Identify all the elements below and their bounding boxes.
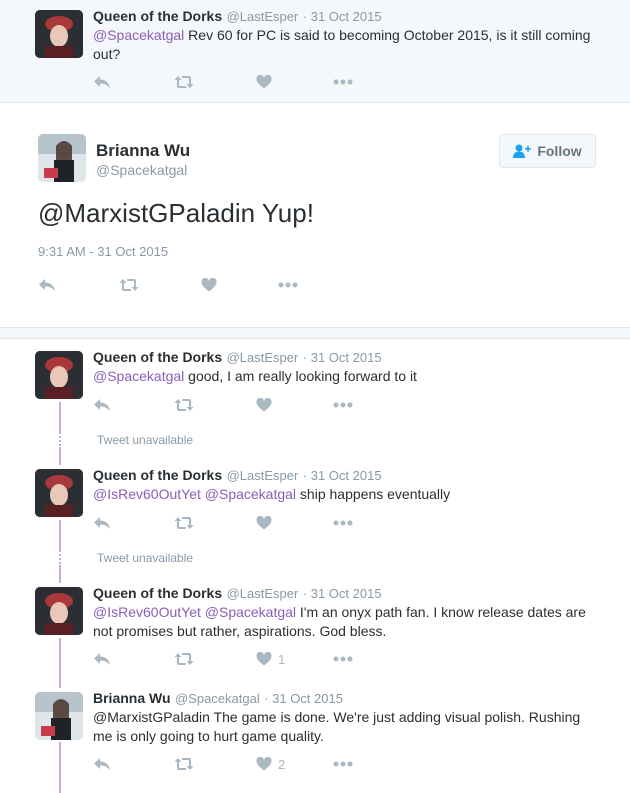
avatar[interactable]	[35, 351, 83, 399]
like-count: 1	[278, 651, 286, 667]
mention-link[interactable]: @Spacekatgal	[93, 27, 184, 43]
author-name[interactable]: Brianna Wu	[96, 141, 190, 161]
author-handle[interactable]: @Spacekatgal	[175, 691, 260, 706]
more-icon[interactable]	[333, 514, 353, 532]
tweet-date[interactable]: · 31 Oct 2015	[303, 9, 382, 24]
avatar[interactable]	[35, 587, 83, 635]
avatar[interactable]	[35, 469, 83, 517]
author-handle[interactable]: @LastEsper	[227, 586, 299, 601]
mention-link[interactable]: @Spacekatgal	[205, 486, 296, 502]
more-icon[interactable]	[333, 650, 353, 668]
more-icon[interactable]	[278, 276, 298, 294]
tweet-text: @MarxistGPaladin The game is done. We're…	[93, 709, 581, 744]
like-count: 2	[278, 756, 286, 772]
retweet-icon[interactable]	[119, 276, 139, 294]
tweet-text: @Spacekatgal Rev 60 for PC is said to be…	[93, 26, 603, 64]
retweet-icon[interactable]	[174, 396, 194, 414]
heart-icon[interactable]: 1	[256, 650, 285, 668]
reply-icon[interactable]	[93, 514, 111, 532]
heart-icon[interactable]	[256, 396, 272, 414]
thread-line	[59, 520, 61, 550]
author-name[interactable]: Queen of the Dorks	[93, 8, 222, 24]
tweet-text: @IsRev60OutYet @Spacekatgal ship happens…	[93, 485, 603, 504]
more-icon[interactable]	[333, 396, 353, 414]
heart-icon[interactable]	[256, 73, 272, 91]
tweet-date[interactable]: · 31 Oct 2015	[303, 586, 382, 601]
tweet-actions: 2	[93, 755, 363, 773]
author-name[interactable]: Queen of the Dorks	[93, 585, 222, 601]
author-handle[interactable]: @Spacekatgal	[96, 162, 187, 178]
heart-icon[interactable]: 2	[256, 755, 285, 773]
tweet-actions: 1	[93, 650, 363, 668]
mention-link[interactable]: @IsRev60OutYet	[93, 604, 201, 620]
reply-icon[interactable]	[38, 276, 56, 294]
tweet-actions	[93, 514, 363, 532]
thread-line	[59, 742, 61, 793]
avatar[interactable]	[35, 692, 83, 740]
main-tweet-text: @MarxistGPaladin Yup!	[38, 198, 314, 228]
tweet-date[interactable]: · 31 Oct 2015	[303, 468, 382, 483]
thread-line-dotted	[59, 432, 63, 446]
mention-link[interactable]: @Spacekatgal	[205, 604, 296, 620]
thread-line	[59, 402, 61, 432]
tweet-body: ship happens eventually	[296, 486, 451, 502]
heart-icon[interactable]	[201, 276, 217, 294]
follow-button[interactable]: Follow	[499, 134, 596, 168]
follow-person-icon	[513, 144, 532, 158]
avatar[interactable]	[38, 134, 86, 182]
more-icon[interactable]	[333, 755, 353, 773]
retweet-icon[interactable]	[174, 755, 194, 773]
section-divider	[0, 328, 630, 339]
tweet-unavailable: Tweet unavailable	[97, 551, 194, 565]
thread-line	[59, 638, 61, 688]
tweet-body: good, I am really looking forward to it	[184, 368, 417, 384]
more-icon[interactable]	[333, 73, 353, 91]
tweet-text: @Spacekatgal good, I am really looking f…	[93, 367, 603, 386]
reply-icon[interactable]	[93, 73, 111, 91]
author-name[interactable]: Queen of the Dorks	[93, 349, 222, 365]
author-handle[interactable]: @LastEsper	[227, 350, 299, 365]
tweet-date[interactable]: · 31 Oct 2015	[303, 350, 382, 365]
author-handle[interactable]: @LastEsper	[227, 9, 299, 24]
author-handle[interactable]: @LastEsper	[227, 468, 299, 483]
follow-label: Follow	[537, 143, 582, 159]
thread-line	[59, 565, 61, 583]
mention-link[interactable]: @IsRev60OutYet	[93, 486, 201, 502]
thread-line	[59, 447, 61, 465]
mention-link[interactable]: @Spacekatgal	[93, 368, 184, 384]
avatar[interactable]	[35, 10, 83, 58]
tweet-unavailable: Tweet unavailable	[97, 433, 194, 447]
thread-line-dotted	[59, 550, 63, 564]
reply-icon[interactable]	[93, 755, 111, 773]
author-name[interactable]: Queen of the Dorks	[93, 467, 222, 483]
tweet-text: @IsRev60OutYet @Spacekatgal I'm an onyx …	[93, 603, 603, 641]
author-name[interactable]: Brianna Wu	[93, 690, 171, 706]
tweet-timestamp[interactable]: 9:31 AM - 31 Oct 2015	[38, 244, 168, 259]
tweet-actions	[93, 73, 363, 91]
retweet-icon[interactable]	[174, 650, 194, 668]
reply-icon[interactable]	[93, 650, 111, 668]
retweet-icon[interactable]	[174, 514, 194, 532]
heart-icon[interactable]	[256, 514, 272, 532]
tweet-actions	[93, 396, 363, 414]
tweet-actions	[38, 276, 308, 294]
tweet-date[interactable]: · 31 Oct 2015	[264, 691, 343, 706]
retweet-icon[interactable]	[174, 73, 194, 91]
reply-icon[interactable]	[93, 396, 111, 414]
